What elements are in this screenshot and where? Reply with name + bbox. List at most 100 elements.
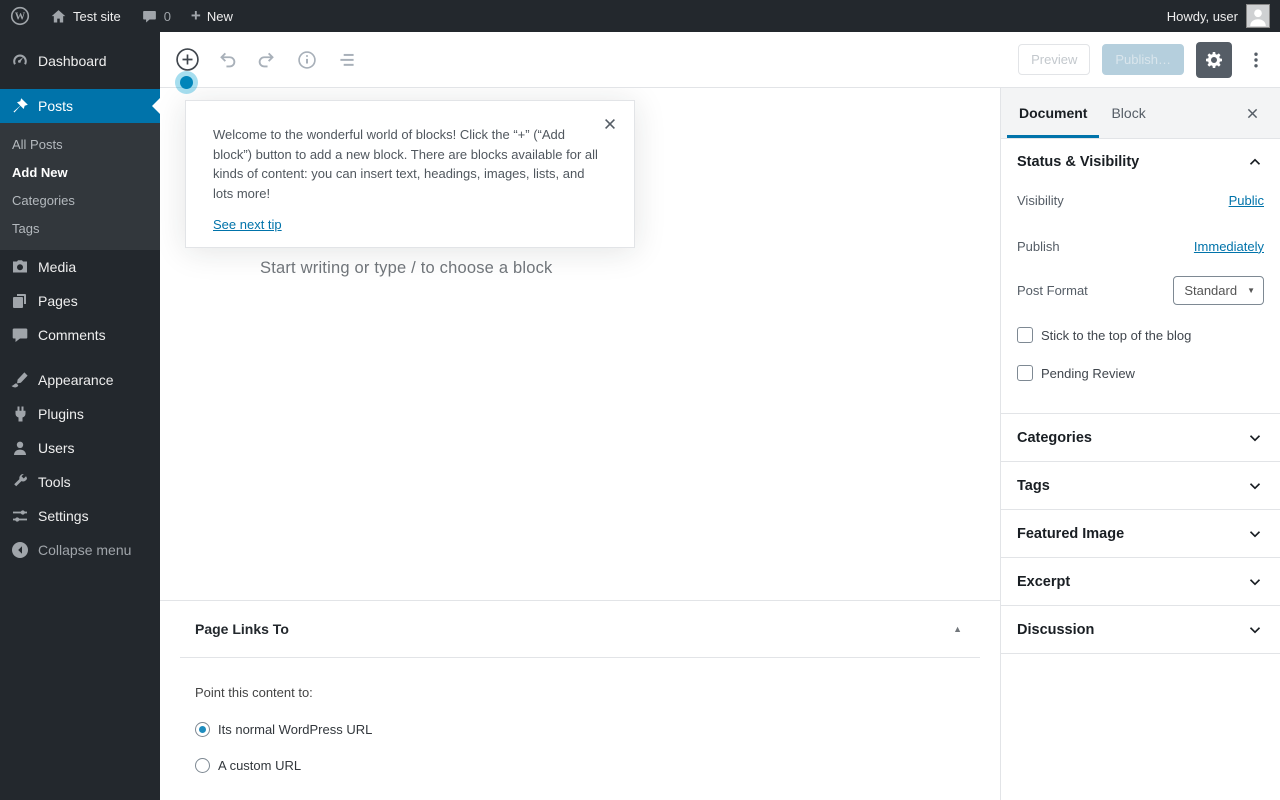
status-panel-header[interactable]: Status & Visibility bbox=[1001, 139, 1280, 185]
select-dropdown-arrow-icon: ▼ bbox=[1247, 285, 1255, 295]
sidebar-item-plugins[interactable]: Plugins bbox=[0, 397, 160, 431]
comments-icon bbox=[10, 325, 30, 345]
checkbox-label: Stick to the top of the blog bbox=[1041, 327, 1192, 343]
sidebar-item-pages[interactable]: Pages bbox=[0, 284, 160, 318]
radio-normal-url[interactable]: Its normal WordPress URL bbox=[195, 722, 965, 737]
sidebar-item-tools[interactable]: Tools bbox=[0, 465, 160, 499]
post-format-row: Post Format Standard ▼ bbox=[1001, 275, 1280, 305]
radio-unselected-icon bbox=[195, 758, 210, 773]
block-placeholder-text[interactable]: Start writing or type / to choose a bloc… bbox=[260, 259, 553, 278]
metabox-collapse-icon[interactable]: ▲ bbox=[953, 624, 962, 634]
tip-indicator-dot[interactable] bbox=[180, 76, 193, 89]
block-inserter-button[interactable] bbox=[174, 47, 200, 73]
new-content-menu[interactable]: + New bbox=[181, 0, 243, 32]
block-navigation-icon[interactable] bbox=[334, 47, 360, 73]
sidebar-item-comments[interactable]: Comments bbox=[0, 318, 160, 352]
submenu-categories[interactable]: Categories bbox=[0, 186, 160, 214]
svg-text:W: W bbox=[15, 12, 26, 23]
tip-text: Welcome to the wonderful world of blocks… bbox=[213, 127, 598, 201]
posts-submenu: All Posts Add New Categories Tags bbox=[0, 123, 160, 250]
comment-count: 0 bbox=[163, 8, 171, 24]
panel-title: Status & Visibility bbox=[1017, 154, 1140, 170]
visibility-label: Visibility bbox=[1017, 192, 1064, 208]
radio-custom-url[interactable]: A custom URL bbox=[195, 758, 965, 773]
chevron-up-icon bbox=[1246, 153, 1264, 171]
editor-header: Preview Publish… bbox=[160, 32, 1280, 88]
radio-label: Its normal WordPress URL bbox=[218, 722, 373, 737]
new-label: New bbox=[206, 8, 233, 24]
redo-icon[interactable] bbox=[254, 47, 280, 73]
publish-value-link[interactable]: Immediately bbox=[1194, 239, 1264, 254]
publish-row: Publish Immediately bbox=[1001, 231, 1280, 261]
publish-button[interactable]: Publish… bbox=[1102, 44, 1184, 75]
sidebar-item-label: Posts bbox=[38, 98, 74, 114]
sidebar-item-dashboard[interactable]: Dashboard bbox=[0, 44, 160, 78]
sidebar-tabs: Document Block bbox=[1001, 88, 1280, 139]
panel-title: Categories bbox=[1017, 429, 1092, 446]
tip-popover: Welcome to the wonderful world of blocks… bbox=[185, 100, 635, 248]
panel-title: Excerpt bbox=[1017, 573, 1071, 590]
preview-button[interactable]: Preview bbox=[1018, 44, 1091, 75]
sidebar-item-label: Users bbox=[38, 440, 75, 456]
submenu-all-posts[interactable]: All Posts bbox=[0, 130, 160, 158]
post-format-select[interactable]: Standard ▼ bbox=[1173, 275, 1264, 305]
admin-bar: W Test site 0 + New Howdy, user bbox=[0, 0, 1280, 32]
submenu-add-new[interactable]: Add New bbox=[0, 158, 160, 186]
avatar bbox=[1246, 4, 1270, 28]
sidebar-item-appearance[interactable]: Appearance bbox=[0, 363, 160, 397]
user-icon bbox=[10, 438, 30, 458]
panel-excerpt[interactable]: Excerpt bbox=[1001, 558, 1280, 606]
tab-document[interactable]: Document bbox=[1007, 88, 1100, 138]
sidebar-close-icon[interactable] bbox=[1234, 88, 1270, 138]
comments-menu[interactable]: 0 bbox=[131, 0, 181, 32]
chevron-down-icon bbox=[1246, 621, 1264, 639]
metabox-header[interactable]: Page Links To ▲ bbox=[180, 601, 980, 658]
chevron-down-icon bbox=[1246, 429, 1264, 447]
appearance-brush-icon bbox=[10, 370, 30, 390]
tip-close-icon[interactable] bbox=[602, 114, 622, 134]
editor-canvas[interactable]: Welcome to the wonderful world of blocks… bbox=[160, 88, 1000, 800]
pages-icon bbox=[10, 291, 30, 311]
tab-block[interactable]: Block bbox=[1099, 88, 1157, 138]
panel-tags[interactable]: Tags bbox=[1001, 462, 1280, 510]
sidebar-item-posts[interactable]: Posts bbox=[0, 89, 160, 123]
content-structure-info-icon[interactable] bbox=[294, 47, 320, 73]
see-next-tip-link[interactable]: See next tip bbox=[213, 217, 282, 232]
sidebar-item-collapse-menu[interactable]: Collapse menu bbox=[0, 533, 160, 567]
settings-gear-button[interactable] bbox=[1196, 41, 1232, 78]
sidebar-item-settings[interactable]: Settings bbox=[0, 499, 160, 533]
visibility-value-link[interactable]: Public bbox=[1229, 193, 1264, 208]
admin-sidebar: Dashboard Posts All Posts Add New Catego… bbox=[0, 32, 160, 800]
status-visibility-panel: Status & Visibility Visibility Public Pu… bbox=[1001, 139, 1280, 414]
admin-bar-left: W Test site 0 + New bbox=[0, 0, 243, 32]
sidebar-item-label: Tools bbox=[38, 474, 71, 490]
current-menu-arrow bbox=[152, 98, 160, 114]
wordpress-logo-menu[interactable]: W bbox=[0, 0, 40, 32]
checkbox-label: Pending Review bbox=[1041, 365, 1135, 381]
more-options-kebab-icon[interactable] bbox=[1244, 42, 1268, 78]
visibility-row: Visibility Public bbox=[1001, 185, 1280, 215]
site-name-menu[interactable]: Test site bbox=[40, 0, 131, 32]
panel-discussion[interactable]: Discussion bbox=[1001, 606, 1280, 654]
sidebar-item-label: Dashboard bbox=[38, 53, 107, 69]
sticky-checkbox-row[interactable]: Stick to the top of the blog bbox=[1001, 327, 1280, 343]
chevron-down-icon bbox=[1246, 573, 1264, 591]
sidebar-item-label: Appearance bbox=[38, 372, 114, 388]
account-menu[interactable]: Howdy, user bbox=[1167, 0, 1280, 32]
site-name-label: Test site bbox=[73, 8, 121, 24]
sidebar-item-media[interactable]: Media bbox=[0, 250, 160, 284]
radio-label: A custom URL bbox=[218, 758, 302, 773]
panel-categories[interactable]: Categories bbox=[1001, 414, 1280, 462]
panel-featured-image[interactable]: Featured Image bbox=[1001, 510, 1280, 558]
editor-actions: Preview Publish… bbox=[1018, 41, 1268, 78]
sidebar-item-users[interactable]: Users bbox=[0, 431, 160, 465]
sidebar-item-label: Plugins bbox=[38, 406, 84, 422]
select-value: Standard bbox=[1184, 282, 1238, 298]
sidebar-item-label: Media bbox=[38, 259, 77, 275]
panel-title: Tags bbox=[1017, 477, 1050, 494]
media-icon bbox=[10, 257, 30, 277]
pending-review-checkbox-row[interactable]: Pending Review bbox=[1001, 365, 1280, 381]
undo-icon[interactable] bbox=[214, 47, 240, 73]
submenu-tags[interactable]: Tags bbox=[0, 214, 160, 242]
sidebar-item-label: Pages bbox=[38, 293, 78, 309]
